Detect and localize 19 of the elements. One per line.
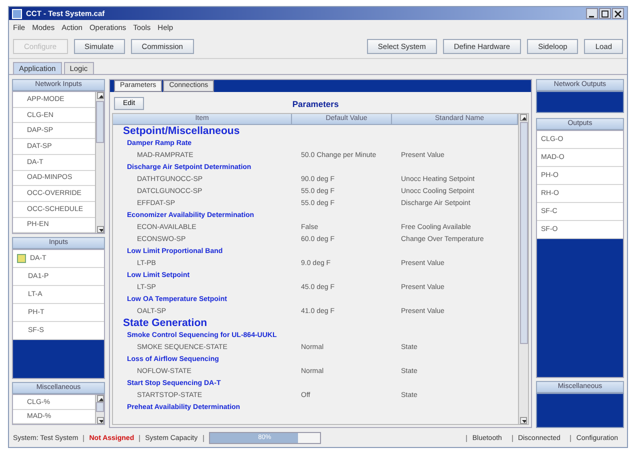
scroll-up-icon[interactable]: [96, 92, 104, 99]
scroll-down-icon[interactable]: [520, 417, 527, 424]
scroll-up-icon[interactable]: [520, 114, 527, 121]
scroll-thumb[interactable]: [520, 122, 528, 344]
scrollbar[interactable]: [95, 92, 104, 234]
scroll-up-icon[interactable]: [96, 395, 104, 402]
scroll-thumb[interactable]: [96, 101, 104, 143]
scroll-thumb[interactable]: [96, 402, 104, 412]
minimize-icon[interactable]: [586, 8, 598, 19]
scroll-down-icon[interactable]: [96, 226, 104, 234]
app-icon: [12, 8, 22, 18]
section-heading: State Generation: [122, 317, 208, 329]
scrollbar[interactable]: [95, 395, 104, 424]
panel-title: Parameters: [291, 98, 340, 108]
scroll-down-icon[interactable]: [96, 417, 104, 424]
maximize-icon[interactable]: [599, 8, 611, 19]
scrollbar[interactable]: [518, 114, 528, 424]
close-icon[interactable]: [612, 8, 624, 19]
section-heading: Setpoint/Miscellaneous: [122, 125, 240, 137]
